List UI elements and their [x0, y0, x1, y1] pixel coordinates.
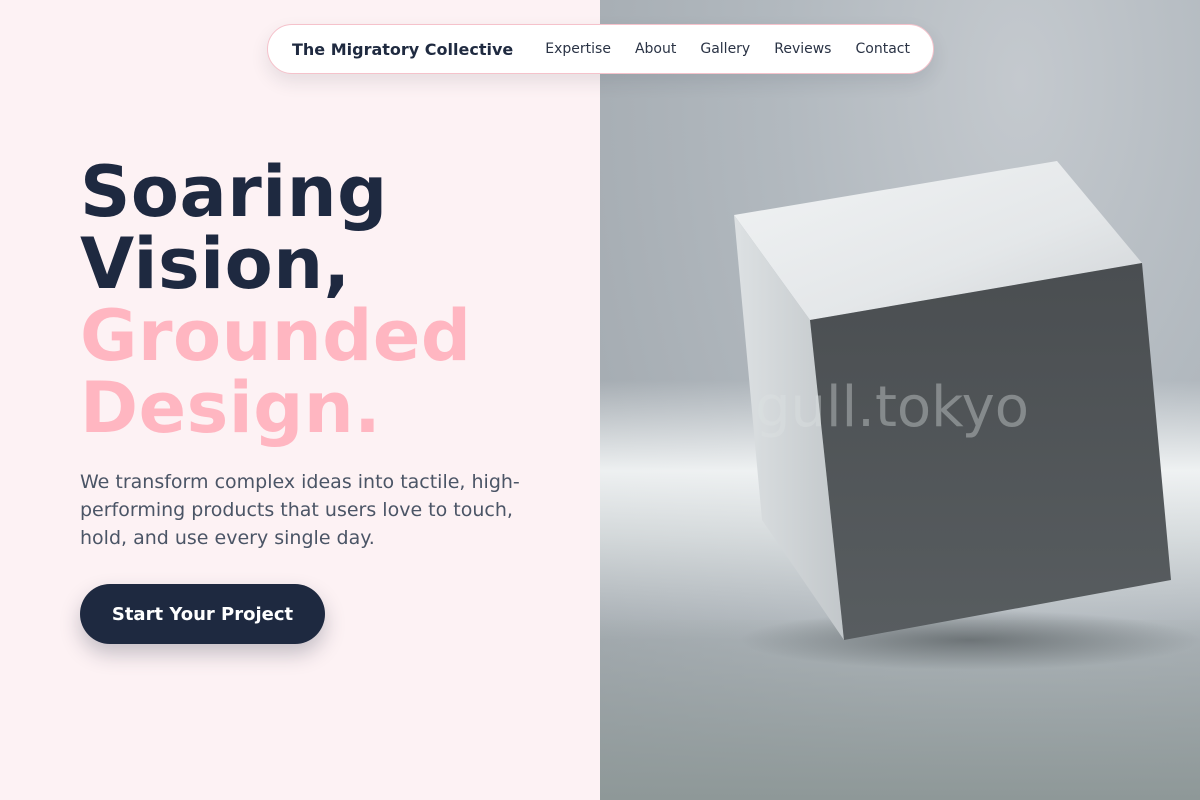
hero-headline: Soaring Vision, Grounded Design. — [80, 156, 471, 444]
start-project-button[interactable]: Start Your Project — [80, 584, 325, 644]
brand-logo[interactable]: The Migratory Collective — [292, 40, 513, 59]
headline-line-3: Grounded — [80, 295, 472, 377]
hero-subtext: We transform complex ideas into tactile,… — [80, 471, 520, 549]
page: gull.tokyo The Migratory Collective Expe… — [0, 0, 1200, 800]
headline-line-2: Vision, — [80, 223, 351, 305]
nav-link-about[interactable]: About — [635, 41, 676, 57]
nav-link-expertise[interactable]: Expertise — [545, 41, 611, 57]
nav-link-gallery[interactable]: Gallery — [700, 41, 750, 57]
cube-front-face — [810, 263, 1171, 640]
headline-line-1: Soaring — [80, 151, 388, 233]
navbar: The Migratory Collective Expertise About… — [267, 24, 934, 74]
watermark-text: gull.tokyo — [755, 375, 1030, 440]
nav-link-reviews[interactable]: Reviews — [774, 41, 831, 57]
cube-shadow — [740, 610, 1200, 670]
nav-link-contact[interactable]: Contact — [855, 41, 909, 57]
headline-line-4: Design. — [80, 367, 382, 449]
